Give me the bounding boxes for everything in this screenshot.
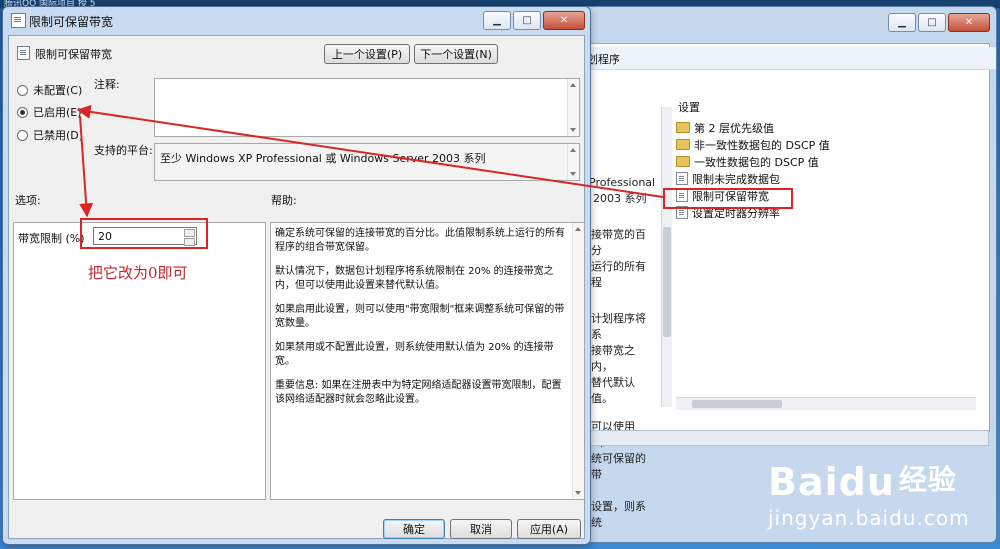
baidu-watermark: Baidu 经验 jingyan.baidu.com xyxy=(768,458,998,548)
baidu-logo-text: Bai xyxy=(768,460,839,504)
watermark-url: jingyan.baidu.com xyxy=(768,506,970,530)
arrow-to-enabled-radio xyxy=(76,104,664,198)
baidu-logo: Baidu 经验 xyxy=(768,458,998,504)
baidu-logo-cn: 经验 xyxy=(898,463,957,496)
arrow-to-spinbox xyxy=(79,115,94,218)
baidu-logo-text: du xyxy=(838,460,895,504)
